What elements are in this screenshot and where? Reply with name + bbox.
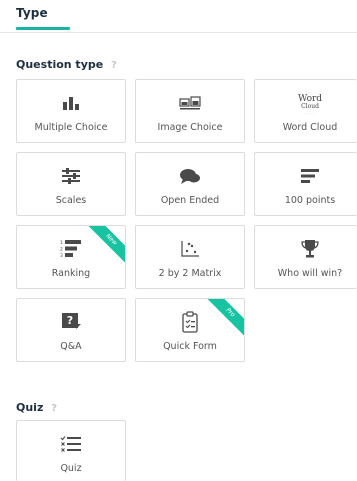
card-label: 100 points	[284, 195, 336, 206]
question-type-title: Question type	[16, 58, 104, 71]
card-label: Image Choice	[157, 122, 223, 133]
word-cloud-icon: · · · · · · · Word Cloud · · · · · ·	[297, 90, 323, 115]
card-multiple-choice[interactable]: Multiple Choice	[16, 79, 126, 143]
card-label: Word Cloud	[282, 122, 338, 133]
active-tab-indicator	[16, 27, 70, 30]
card-label: Ranking	[51, 268, 91, 279]
rank-number-1: 1	[60, 240, 63, 246]
rank-number-3: 3	[60, 253, 63, 259]
card-quick-form[interactable]: Quick Form Pro	[135, 298, 245, 362]
card-label: Multiple Choice	[34, 122, 108, 133]
speech-bubbles-icon	[136, 163, 244, 189]
trophy-icon	[255, 236, 357, 262]
card-quiz[interactable]: Quiz	[16, 420, 126, 481]
image-choice-icon	[136, 90, 244, 116]
tab-bar: Type	[0, 0, 357, 33]
card-label: Q&A	[60, 341, 82, 352]
word-cloud-word-2: Cloud	[301, 103, 319, 110]
sliders-icon	[17, 163, 125, 189]
quiz-title: Quiz	[16, 401, 44, 414]
card-image-choice[interactable]: Image Choice	[135, 79, 245, 143]
card-label: Quiz	[60, 463, 82, 474]
quiz-heading: Quiz ?	[16, 401, 57, 414]
text-lines-icon	[255, 163, 357, 189]
card-open-ended[interactable]: Open Ended	[135, 152, 245, 216]
card-ranking[interactable]: 1 2 3 Ranking New	[16, 225, 126, 289]
scatter-plot-icon	[136, 236, 244, 262]
question-bubble-icon: ?	[17, 309, 125, 335]
card-label: Who will win?	[277, 268, 343, 279]
card-label: Open Ended	[160, 195, 220, 206]
quiz-help-icon[interactable]: ?	[51, 403, 57, 414]
card-label: 2 by 2 Matrix	[158, 268, 222, 279]
checklist-icon	[17, 431, 125, 457]
question-type-help-icon[interactable]: ?	[111, 60, 117, 71]
card-label: Quick Form	[163, 341, 217, 352]
card-who-will-win[interactable]: Who will win?	[254, 225, 357, 289]
bar-chart-icon	[17, 90, 125, 116]
question-type-heading: Question type ?	[16, 58, 117, 71]
rank-number-2: 2	[60, 247, 63, 253]
card-word-cloud[interactable]: · · · · · · · Word Cloud · · · · · · Wor…	[254, 79, 357, 143]
word-cloud-word-1: Word	[297, 94, 323, 104]
card-scales[interactable]: Scales	[16, 152, 126, 216]
card-label: Scales	[55, 195, 87, 206]
card-100-points[interactable]: 100 points	[254, 152, 357, 216]
card-q-and-a[interactable]: ? Q&A	[16, 298, 126, 362]
tab-type[interactable]: Type	[16, 6, 48, 20]
card-2-by-2-matrix[interactable]: 2 by 2 Matrix	[135, 225, 245, 289]
